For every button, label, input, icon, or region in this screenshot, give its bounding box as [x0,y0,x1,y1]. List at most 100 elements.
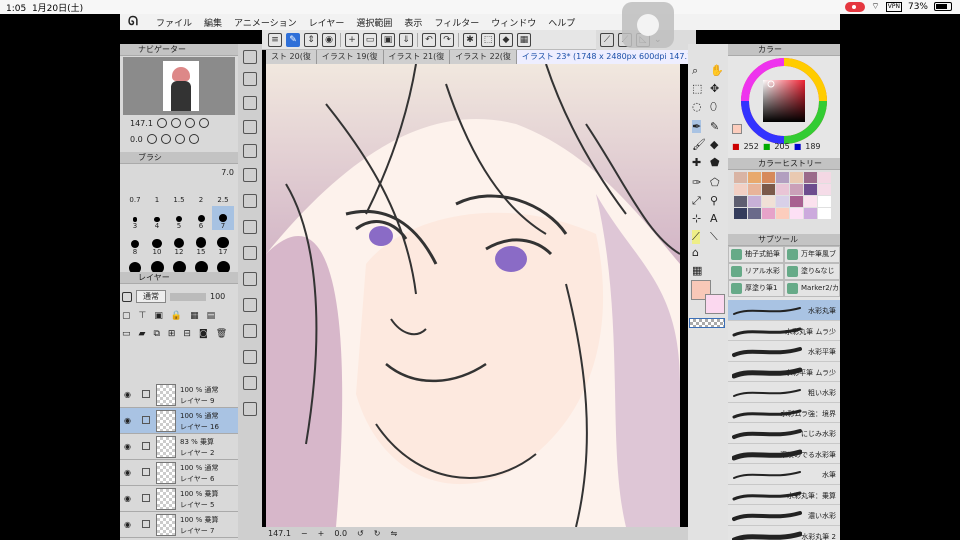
new-icon[interactable]: + [345,32,359,47]
zoom-out-icon[interactable]: − [301,529,308,538]
gradient-tool-icon[interactable]: ⬠ [710,176,720,189]
layer-color-icon[interactable]: ▦ [190,311,199,321]
blend-tool-icon[interactable]: ✚ [692,156,701,169]
panel-icon[interactable] [243,246,257,260]
brush-size-option[interactable]: 8 [124,232,146,256]
sub-color-swatch[interactable] [705,294,725,314]
brush-item[interactable]: 濃い水彩 [728,505,840,526]
brush-tool-icon[interactable]: 🖌 [692,138,706,151]
history-swatch[interactable] [734,208,747,219]
history-swatch[interactable] [776,172,789,183]
layer-checkbox[interactable] [142,468,150,476]
undo-icon[interactable]: ↶ [422,32,436,47]
quick-access-icon[interactable]: ✎ [286,32,300,47]
brush-size-option[interactable]: 1.5 [168,180,190,204]
brush-item[interactable]: 水筆 [728,464,840,485]
brush-size-option[interactable]: 0.7 [124,180,146,204]
brush-item[interactable]: 水彩丸筆 2 [728,526,840,540]
layer-row[interactable]: ◉ 100 % 乗算 レイヤー 7 [120,512,238,538]
panel-icon[interactable] [243,120,257,134]
save-icon[interactable]: ▣ [381,32,395,47]
zoom-in-icon[interactable] [170,118,181,128]
eye-icon[interactable]: ◉ [124,390,131,399]
brush-item[interactable]: 水彩丸筆 ムラ少 [728,321,840,341]
decoration-tool-icon[interactable]: ⚲ [710,194,718,207]
operation-tool-icon[interactable]: ⬚ [692,82,702,95]
toggle-icon[interactable]: ⇕ [304,32,318,47]
fill-tool-icon[interactable]: ⬟ [710,156,720,169]
brush-item[interactable]: 水彩ムラ強：境界 [728,403,840,423]
brush-size-option[interactable]: 6 [190,206,212,230]
brush-size-option[interactable]: 7 [212,206,234,230]
brush-size-option[interactable]: 12 [168,232,190,256]
correction-tool-icon[interactable]: ⟋ [692,230,700,244]
history-swatch[interactable] [776,208,789,219]
brush-item[interactable]: 水彩平筆 [728,341,840,362]
subtool-group[interactable]: Marker2/カ [784,280,840,297]
panel-icon[interactable] [243,194,257,208]
zoom-tool-icon[interactable]: ⌕ [692,64,698,78]
rotate-left-icon[interactable]: ↺ [357,529,364,538]
ruler-tool-icon[interactable]: ⟍ [710,230,718,244]
layer-row[interactable]: ◉ 100 % 乗算 レイヤー 5 [120,486,238,512]
history-swatch[interactable] [818,196,831,207]
history-swatch[interactable] [734,172,747,183]
layer-ref-icon[interactable]: ▣ [154,311,163,321]
history-swatch[interactable] [804,172,817,183]
color-wheel[interactable] [728,58,840,144]
history-swatch[interactable] [734,184,747,195]
history-swatch[interactable] [762,196,775,207]
panel-icon[interactable] [243,96,257,110]
opacity-value[interactable]: 100 [210,292,225,301]
history-swatch[interactable] [762,208,775,219]
brush-item[interactable]: 粗い水彩 [728,382,840,403]
open-icon[interactable]: ▭ [363,32,377,47]
panel-icon[interactable] [243,376,257,390]
fill-tool-icon[interactable]: ▦ [692,264,702,277]
tab-document-active[interactable]: イラスト 23* (1748 x 2480px 600dpi 147.1%) [516,50,709,64]
eyedropper-tool-icon[interactable]: ⤢ [692,194,701,208]
tab-document[interactable]: イラスト 21(復 [384,50,451,64]
history-swatch[interactable] [762,184,775,195]
brush-size-value[interactable]: 7.0 [126,168,234,177]
text-tool-icon[interactable]: A [710,212,718,225]
subtool-group[interactable]: リアル水彩 [728,263,784,280]
brush-item[interactable]: 水彩丸筆：乗算 [728,485,840,505]
merge-down-icon[interactable]: ⊞ [168,329,176,339]
fit-icon[interactable] [184,118,195,128]
eye-icon[interactable]: ◉ [124,416,131,425]
subtool-group[interactable]: 万年筆風ブ [784,246,840,263]
clip-icon[interactable] [122,291,132,302]
current-color-swatch[interactable] [732,124,742,134]
rotate-left-icon[interactable] [146,134,157,144]
history-swatch[interactable] [748,172,761,183]
history-swatch[interactable] [748,208,761,219]
menu-animation[interactable]: アニメーション [234,16,297,29]
companion-icon[interactable]: ◉ [322,32,336,47]
flip-icon[interactable] [188,134,199,144]
frame-tool-icon[interactable]: ⊹ [692,212,701,225]
subtool-group[interactable]: 塗り&なじ [784,263,840,280]
history-swatch[interactable] [790,196,803,207]
panel-icon[interactable] [243,324,257,338]
eraser-tool-icon[interactable]: ◆ [710,138,718,151]
brush-item[interactable]: 水彩丸筆 [728,300,840,321]
history-swatch[interactable] [804,208,817,219]
panel-icon[interactable] [243,272,257,286]
layer-row[interactable]: ◉ 100 % 通常 レイヤー 9 [120,382,238,408]
brush-item[interactable]: 濃淡のでる水彩筆 [728,444,840,464]
menu-window[interactable]: ウィンドウ [491,16,536,29]
layer-lock-icon[interactable]: ▢ [122,311,131,321]
panel-icon[interactable] [243,350,257,364]
menu-view[interactable]: 表示 [404,16,422,29]
brush-size-option[interactable]: 1 [146,180,168,204]
select-all-icon[interactable]: ▦ [517,32,531,47]
layer-row[interactable]: ◉ 100 % 通常 レイヤー 6 [120,460,238,486]
brush-item[interactable]: にじみ水彩 [728,423,840,444]
layer-mask-icon[interactable]: ⊤ [139,311,147,321]
figure-tool-icon[interactable]: ✑ [692,176,701,189]
subtool-group[interactable]: 厚塗り筆1 [728,280,784,297]
drawing-canvas[interactable] [266,64,680,527]
panel-icon[interactable] [243,168,257,182]
panel-icon[interactable] [243,402,257,416]
